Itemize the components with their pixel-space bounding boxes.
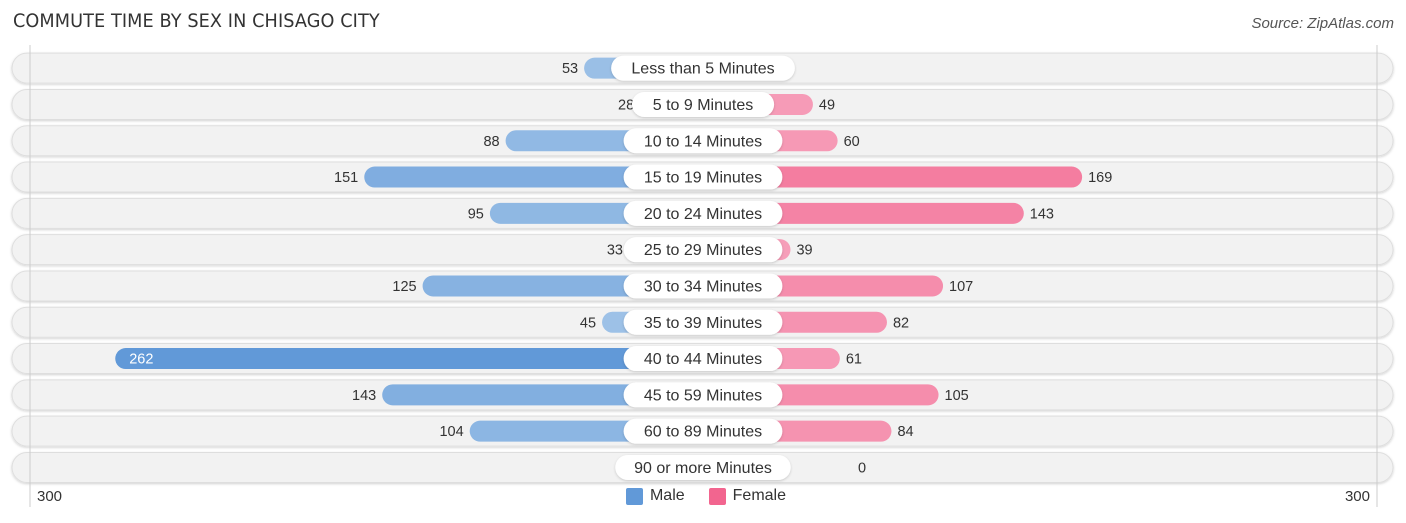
category-label: 5 to 9 Minutes xyxy=(653,97,754,114)
data-label-female: 169 xyxy=(1088,170,1112,186)
category-label: 90 or more Minutes xyxy=(634,460,772,477)
data-label-female: 60 xyxy=(844,134,860,150)
legend-swatch-male xyxy=(625,487,643,505)
data-label-female: 39 xyxy=(796,243,812,259)
data-label-male: 104 xyxy=(439,424,463,440)
data-label-female: 49 xyxy=(819,97,835,113)
legend-item-male[interactable]: Male xyxy=(625,487,685,505)
data-label-male: 95 xyxy=(468,206,484,222)
data-label-male: 28 xyxy=(618,97,634,113)
data-label-male: 45 xyxy=(580,315,596,331)
data-label-male: 53 xyxy=(562,61,578,77)
legend-swatch-female xyxy=(708,487,726,505)
data-label-female: 84 xyxy=(897,424,913,440)
data-label-female: 105 xyxy=(945,388,969,404)
data-label-male: 262 xyxy=(129,352,153,368)
data-label-male: 88 xyxy=(483,134,499,150)
category-label: 30 to 34 Minutes xyxy=(644,278,762,295)
data-label-male: 143 xyxy=(352,388,376,404)
category-label: 10 to 14 Minutes xyxy=(644,133,762,150)
data-label-female: 61 xyxy=(846,352,862,368)
legend-item-female[interactable]: Female xyxy=(708,487,787,505)
legend-label-female: Female xyxy=(732,487,787,504)
legend-label-male: Male xyxy=(649,487,685,504)
data-label-female: 0 xyxy=(858,460,866,476)
category-label: 15 to 19 Minutes xyxy=(644,170,762,187)
category-label: 25 to 29 Minutes xyxy=(644,242,762,259)
data-label-male: 151 xyxy=(334,170,358,186)
data-label-female: 143 xyxy=(1030,206,1054,222)
category-label: 20 to 24 Minutes xyxy=(644,206,762,223)
category-label: 45 to 59 Minutes xyxy=(644,387,762,404)
category-label: 60 to 89 Minutes xyxy=(644,424,762,441)
category-label: 35 to 39 Minutes xyxy=(644,315,762,332)
data-label-female: 82 xyxy=(893,315,909,331)
chart-area: 5324Less than 5 Minutes28495 to 9 Minute… xyxy=(11,45,1394,507)
data-label-female: 107 xyxy=(949,279,973,295)
data-label-male: 125 xyxy=(392,279,416,295)
data-label-male: 33 xyxy=(607,243,623,259)
legend: Male Female xyxy=(0,487,1406,505)
category-label: 40 to 44 Minutes xyxy=(644,351,762,368)
category-label: Less than 5 Minutes xyxy=(631,61,774,78)
